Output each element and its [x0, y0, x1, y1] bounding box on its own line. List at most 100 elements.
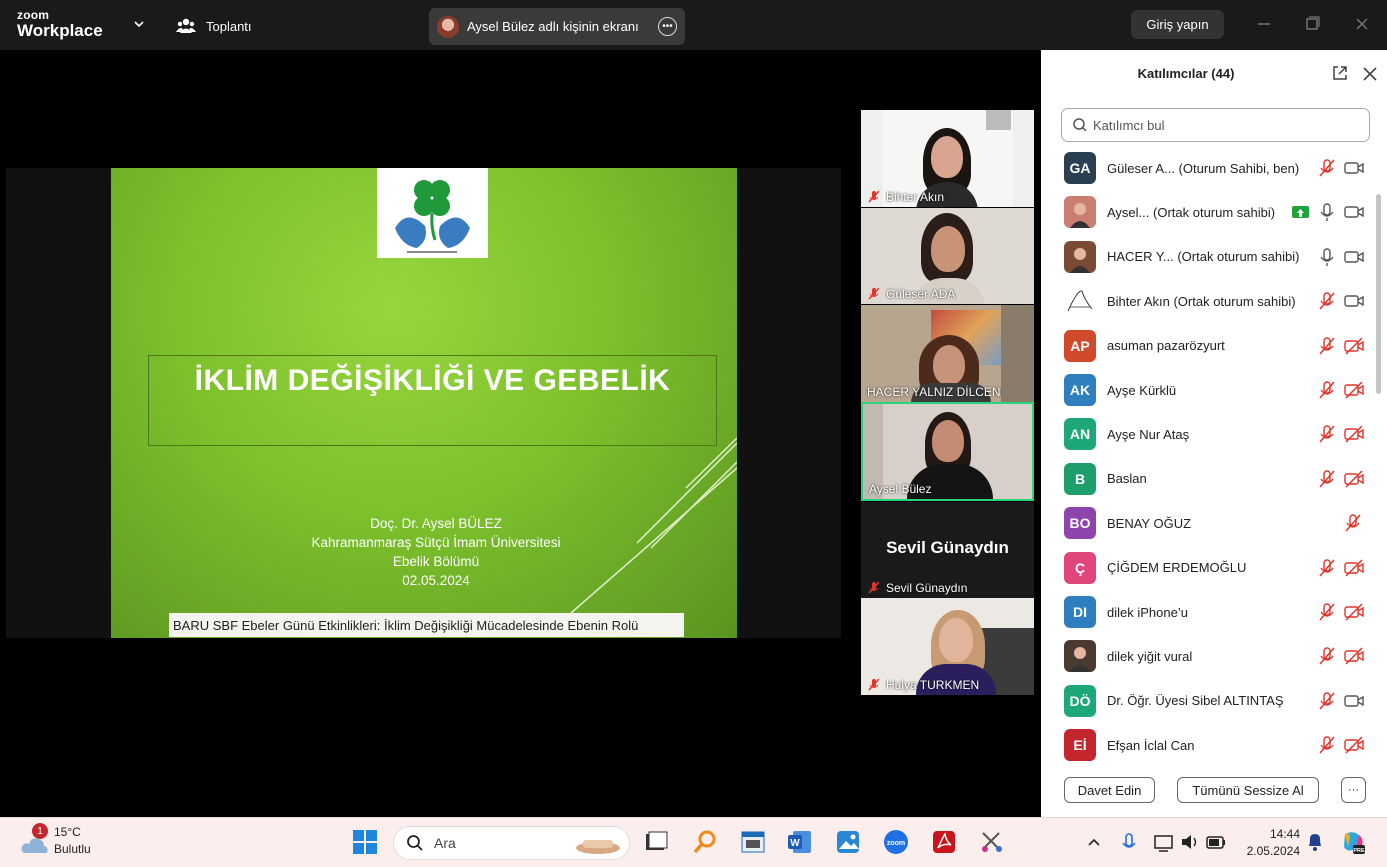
- wall-text-decor: [869, 228, 909, 278]
- participant-row[interactable]: Bihter Akın (Ortak oturum sahibi): [1041, 279, 1377, 323]
- video-off-icon[interactable]: [1343, 336, 1365, 356]
- participant-name: Ayşe Kürklü: [1107, 382, 1177, 398]
- muted-mic-icon[interactable]: [1317, 646, 1337, 666]
- mute-all-button[interactable]: Tümünü Sessize Al: [1177, 777, 1319, 803]
- video-off-icon[interactable]: [1343, 424, 1365, 444]
- video-off-icon[interactable]: [1343, 735, 1365, 755]
- mic-icon[interactable]: [1317, 202, 1337, 222]
- windows-start-icon[interactable]: [352, 829, 378, 855]
- video-off-icon[interactable]: [1343, 469, 1365, 489]
- participant-search-field[interactable]: Katılımcı bul: [1061, 108, 1370, 142]
- search-app-icon[interactable]: [692, 829, 718, 855]
- video-icon[interactable]: [1343, 291, 1365, 311]
- tile-big-name: Sevil Günaydın: [886, 538, 1009, 557]
- screen-share-indicator[interactable]: Aysel Bülez adlı kişinin ekranı •••: [429, 8, 685, 45]
- file-explorer-icon[interactable]: [740, 829, 766, 855]
- video-icon[interactable]: [1343, 158, 1365, 178]
- word-icon[interactable]: W: [787, 829, 813, 855]
- copilot-icon[interactable]: PRE: [1340, 829, 1366, 855]
- minimize-icon[interactable]: [1256, 14, 1272, 34]
- meeting-tab[interactable]: Toplantı: [176, 14, 252, 38]
- zoom-logo[interactable]: zoom Workplace: [17, 9, 103, 39]
- zoom-app-icon[interactable]: zoom: [883, 829, 909, 855]
- taskbar-search-box[interactable]: Ara: [393, 826, 630, 860]
- participant-row[interactable]: B Baslan: [1041, 457, 1377, 501]
- participant-row[interactable]: AP asuman pazarözyurt: [1041, 324, 1377, 368]
- muted-mic-icon[interactable]: [1317, 691, 1337, 711]
- participant-list-scrollbar[interactable]: [1376, 144, 1381, 804]
- participant-row[interactable]: GA Güleser A... (Oturum Sahibi, ben): [1041, 146, 1377, 190]
- participant-row[interactable]: HACER Y... (Ortak oturum sahibi): [1041, 235, 1377, 279]
- participant-row[interactable]: BO BENAY OĞUZ: [1041, 501, 1377, 545]
- participant-row[interactable]: AN Ayşe Nur Ataş: [1041, 412, 1377, 456]
- more-options-button[interactable]: ···: [1341, 777, 1366, 803]
- acrobat-icon[interactable]: [931, 829, 957, 855]
- tile-name: Güleser ADA: [867, 287, 955, 301]
- video-icon[interactable]: [1343, 202, 1365, 222]
- photos-icon[interactable]: [835, 829, 861, 855]
- tile-name: Hulya TURKMEN: [867, 678, 979, 692]
- muted-mic-icon[interactable]: [1317, 291, 1337, 311]
- participant-name: HACER Y... (Ortak oturum sahibi): [1107, 249, 1300, 265]
- mic-icon[interactable]: [1317, 247, 1337, 267]
- chevron-up-icon[interactable]: [1086, 829, 1102, 855]
- video-tile[interactable]: Bihter Akın: [861, 110, 1034, 207]
- video-tile[interactable]: Hulya TURKMEN: [861, 598, 1034, 695]
- tile-name-text: Güleser ADA: [886, 287, 956, 301]
- participant-name: Ayşe Nur Ataş: [1107, 426, 1190, 442]
- participant-row[interactable]: AK Ayşe Kürklü: [1041, 368, 1377, 412]
- close-icon[interactable]: [1354, 14, 1370, 34]
- share-options-icon[interactable]: •••: [658, 17, 677, 36]
- muted-mic-icon[interactable]: [1317, 158, 1337, 178]
- weather-alert-badge: 1: [32, 823, 48, 839]
- video-tile[interactable]: HACER YALNIZ DİLCEN: [861, 305, 1034, 402]
- pop-out-icon[interactable]: [1331, 64, 1349, 82]
- maximize-icon[interactable]: [1304, 14, 1320, 34]
- participant-avatar: DI: [1064, 596, 1096, 628]
- participant-avatar: AN: [1064, 418, 1096, 451]
- slide-author-block: Doç. Dr. Aysel BÜLEZ Kahramanmaraş Sütçü…: [211, 514, 661, 590]
- participant-avatar: B: [1064, 462, 1096, 495]
- task-view-icon[interactable]: [643, 829, 669, 855]
- video-off-icon[interactable]: [1343, 380, 1365, 400]
- video-tile[interactable]: Güleser ADA: [861, 208, 1034, 304]
- muted-mic-icon[interactable]: [1317, 558, 1337, 578]
- video-off-icon[interactable]: [1343, 602, 1365, 622]
- clock[interactable]: 14:44 2.05.2024: [1238, 826, 1300, 860]
- search-icon: [407, 835, 423, 851]
- participant-row[interactable]: Aysel... (Ortak oturum sahibi): [1041, 190, 1377, 234]
- logo-bottom-text: Workplace: [17, 21, 103, 40]
- volume-icon[interactable]: [1180, 829, 1200, 855]
- muted-mic-icon[interactable]: [1317, 424, 1337, 444]
- participant-row[interactable]: Eİ Efşan İclal Can: [1041, 723, 1377, 766]
- video-tile-no-video[interactable]: Sevil Günaydın Sevil Günaydın: [861, 502, 1034, 598]
- snipping-tool-icon[interactable]: [979, 829, 1005, 855]
- participant-row[interactable]: DÖ Dr. Öğr. Üyesi Sibel ALTINTAŞ: [1041, 679, 1377, 723]
- participant-row[interactable]: dilek yiğit vural: [1041, 634, 1377, 678]
- svg-text:W: W: [790, 838, 800, 849]
- participant-row[interactable]: DI dilek iPhone’u: [1041, 590, 1377, 634]
- participant-avatar: [1064, 196, 1096, 229]
- video-off-icon[interactable]: [1343, 646, 1365, 666]
- muted-mic-icon[interactable]: [1317, 602, 1337, 622]
- muted-mic-icon[interactable]: [1317, 735, 1337, 755]
- close-panel-icon[interactable]: [1362, 66, 1378, 82]
- chevron-down-icon[interactable]: [132, 17, 146, 31]
- participant-row[interactable]: Ç ÇİĞDEM ERDEMOĞLU: [1041, 546, 1377, 590]
- muted-mic-icon[interactable]: [1317, 380, 1337, 400]
- video-off-icon[interactable]: [1343, 558, 1365, 578]
- notification-bell-icon[interactable]: [1305, 829, 1325, 855]
- video-icon[interactable]: [1343, 247, 1365, 267]
- muted-mic-icon[interactable]: [1317, 336, 1337, 356]
- login-button[interactable]: Giriş yapın: [1131, 10, 1224, 39]
- muted-mic-icon[interactable]: [1343, 513, 1363, 533]
- muted-mic-icon: [868, 190, 880, 203]
- slide-caption-banner: BARU SBF Ebeler Günü Etkinlikleri: İklim…: [169, 613, 684, 637]
- video-tile-active-speaker[interactable]: Aysel Bülez: [861, 402, 1034, 501]
- invite-button[interactable]: Davet Edin: [1064, 777, 1155, 803]
- battery-icon[interactable]: [1205, 829, 1227, 855]
- muted-mic-icon[interactable]: [1317, 469, 1337, 489]
- network-icon[interactable]: [1153, 829, 1175, 855]
- video-icon[interactable]: [1343, 691, 1365, 711]
- microphone-tray-icon[interactable]: [1120, 829, 1138, 855]
